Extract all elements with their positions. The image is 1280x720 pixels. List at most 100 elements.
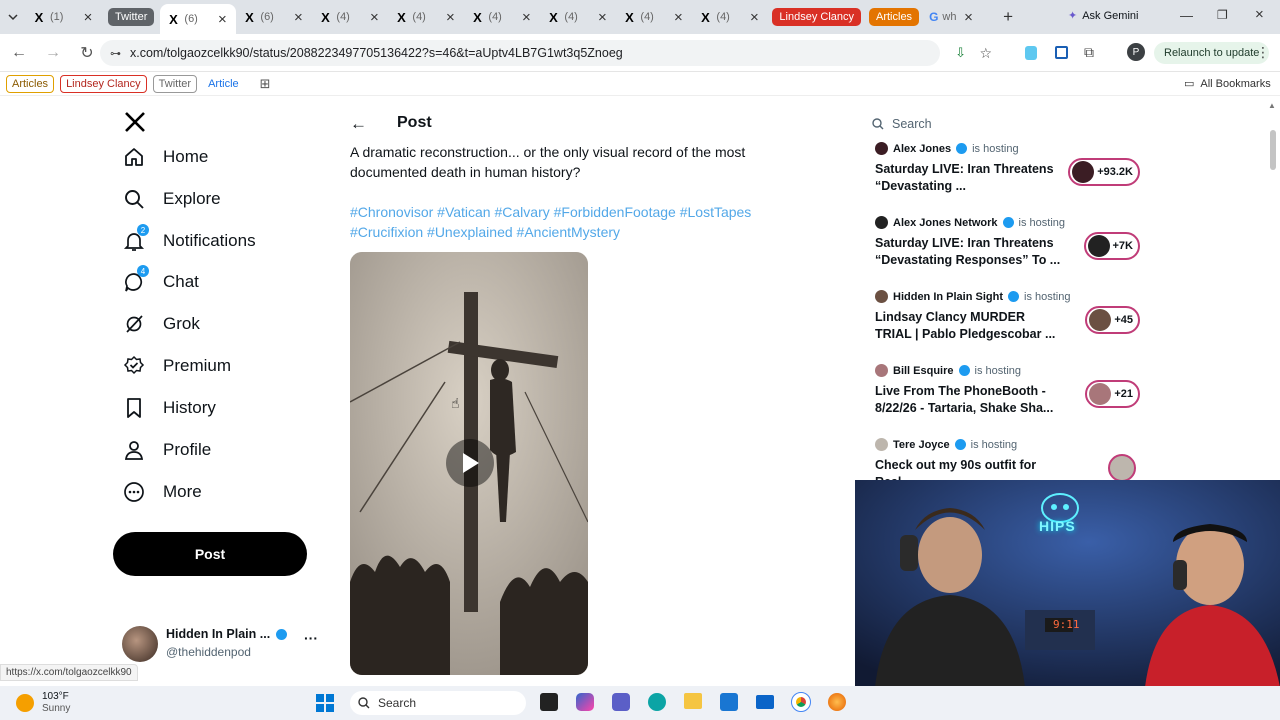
folder-icon[interactable] — [684, 693, 702, 709]
bookmark-twitter[interactable]: Twitter — [152, 74, 198, 93]
profile-icon — [123, 439, 145, 461]
more-options-icon[interactable]: ··· — [304, 630, 318, 646]
browser-tab[interactable]: X (4) × — [540, 4, 616, 30]
nav-item-explore[interactable]: Explore — [123, 188, 221, 210]
start-button[interactable] — [316, 694, 334, 712]
new-tab-button[interactable]: + — [1003, 7, 1013, 27]
listeners-pill[interactable]: +93.2K — [1068, 158, 1140, 186]
space-host: Tere Joyce is hosting — [875, 438, 1140, 451]
extension-icon[interactable] — [1025, 46, 1037, 60]
x-logo-icon: X — [321, 9, 330, 25]
close-icon[interactable]: × — [80, 9, 96, 26]
x-logo[interactable] — [124, 111, 146, 133]
teams-icon[interactable] — [612, 693, 630, 711]
hashtag-line[interactable]: #Crucifixion #Unexplained #AncientMyster… — [350, 222, 790, 242]
tab-group-label[interactable]: Twitter — [108, 8, 155, 26]
browser-tab[interactable]: X (4) × — [464, 4, 540, 30]
reload-icon[interactable]: ↻ — [76, 42, 98, 64]
copilot-icon[interactable] — [576, 693, 594, 711]
nav-item-notifications[interactable]: 2 Notifications — [123, 224, 256, 252]
weather-desc: Sunny — [42, 703, 71, 714]
sun-icon — [16, 694, 34, 712]
tab-group-label[interactable]: Articles — [869, 8, 920, 26]
scroll-up-arrow-icon[interactable]: ▲ — [1268, 101, 1276, 110]
tab-group-label[interactable]: Lindsey Clancy — [772, 8, 861, 26]
taskbar-search[interactable]: Search — [350, 691, 526, 715]
close-icon[interactable]: × — [960, 9, 976, 26]
menu-icon[interactable]: ⋮ — [1256, 44, 1270, 61]
browser-tab[interactable]: X (6) × — [160, 4, 237, 34]
mail-icon[interactable] — [756, 695, 774, 709]
all-bookmarks-button[interactable]: ▭ All Bookmarks — [1184, 77, 1271, 91]
close-icon[interactable]: × — [746, 9, 762, 26]
star-icon[interactable]: ☆ — [979, 45, 992, 62]
bookmark-article[interactable]: Article — [203, 75, 244, 93]
nav-item-profile[interactable]: Profile — [123, 439, 211, 461]
back-arrow-icon[interactable]: ← — [350, 114, 367, 134]
browser-tab[interactable]: X (4) × — [312, 4, 388, 30]
close-icon[interactable]: × — [290, 9, 306, 26]
listener-count: +45 — [1114, 314, 1133, 326]
space-card[interactable]: Hidden In Plain Sight is hosting Lindsay C… — [875, 290, 1140, 343]
scrollbar[interactable] — [1270, 130, 1276, 170]
close-icon[interactable]: × — [442, 9, 458, 26]
browser-tab[interactable]: X (4) × — [616, 4, 692, 30]
x-logo-icon: X — [473, 9, 482, 25]
tab-google[interactable]: G wh × — [923, 4, 995, 30]
site-info-icon[interactable]: ⊶ — [110, 47, 121, 60]
terminal-icon[interactable] — [540, 693, 558, 711]
listeners-pill[interactable]: +45 — [1085, 306, 1140, 334]
space-card[interactable]: Bill Esquire is hosting Live From The Phon… — [875, 364, 1140, 417]
x-logo-icon: X — [169, 11, 178, 27]
extension-icon[interactable] — [1055, 46, 1068, 59]
nav-item-history[interactable]: History — [123, 397, 216, 419]
bookmark-articles[interactable]: Articles — [6, 74, 55, 93]
post-video[interactable] — [350, 252, 588, 675]
firefox-icon[interactable] — [828, 693, 846, 711]
browser-tab[interactable]: X (1) × — [26, 4, 102, 30]
browser-tab[interactable]: X (4) × — [692, 4, 768, 30]
nav-item-more[interactable]: More — [123, 481, 202, 503]
chrome-icon[interactable] — [791, 692, 811, 712]
listeners-pill[interactable]: +21 — [1085, 380, 1140, 408]
close-icon[interactable]: × — [366, 9, 382, 26]
bookmark-lindsey-clancy[interactable]: Lindsey Clancy — [60, 74, 147, 93]
close-icon[interactable]: × — [594, 9, 610, 26]
nav-item-label: Explore — [163, 189, 221, 208]
apps-grid-icon[interactable]: ⊞ — [260, 76, 271, 92]
post-button[interactable]: Post — [113, 532, 307, 576]
close-icon[interactable]: × — [214, 11, 230, 28]
forward-button[interactable]: → — [42, 42, 64, 64]
account-switcher[interactable]: Hidden In Plain ... @thehiddenpod ··· — [122, 624, 322, 664]
profile-avatar[interactable]: P — [1127, 43, 1145, 61]
space-card[interactable]: Alex Jones is hosting Saturday LIVE: Iran … — [875, 142, 1140, 195]
relaunch-button[interactable]: Relaunch to update — [1154, 42, 1270, 64]
browser-tab[interactable]: X (4) × — [388, 4, 464, 30]
search-box[interactable]: Search — [866, 113, 1146, 135]
store-icon[interactable] — [720, 693, 738, 711]
close-icon[interactable]: × — [518, 9, 534, 26]
search-icon — [872, 118, 884, 130]
nav-item-home[interactable]: Home — [123, 146, 208, 168]
tab-title: (4) — [412, 11, 426, 23]
restore-button[interactable]: ❐ — [1217, 8, 1228, 22]
nav-item-grok[interactable]: Grok — [123, 313, 200, 335]
browser-tab[interactable]: X (6) × — [236, 4, 312, 30]
nav-item-premium[interactable]: Premium — [123, 355, 231, 377]
close-icon[interactable]: × — [670, 9, 686, 26]
url-field[interactable]: ⊶ x.com/tolgaozcelkk90/status/2088223497… — [100, 40, 992, 66]
install-icon[interactable]: ⇩ — [955, 45, 966, 61]
puzzle-icon[interactable]: ⧉ — [1084, 44, 1094, 61]
edge-icon[interactable] — [648, 693, 666, 711]
back-button[interactable]: ← — [8, 42, 30, 64]
tab-search-button[interactable] — [0, 4, 26, 30]
play-button[interactable] — [446, 439, 494, 487]
listeners-pill[interactable]: +7K — [1083, 232, 1140, 260]
nav-item-chat[interactable]: 4 Chat — [123, 265, 199, 293]
space-card[interactable]: Alex Jones Network is hosting Saturday LIV… — [875, 216, 1140, 269]
ask-gemini-button[interactable]: ✦ Ask Gemini — [1068, 9, 1138, 23]
close-window-button[interactable]: × — [1255, 6, 1264, 23]
minimize-button[interactable]: — — [1180, 8, 1193, 23]
hashtag-line[interactable]: #Chronovisor #Vatican #Calvary #Forbidde… — [350, 202, 790, 222]
weather-widget[interactable]: 103°F Sunny — [16, 691, 70, 715]
